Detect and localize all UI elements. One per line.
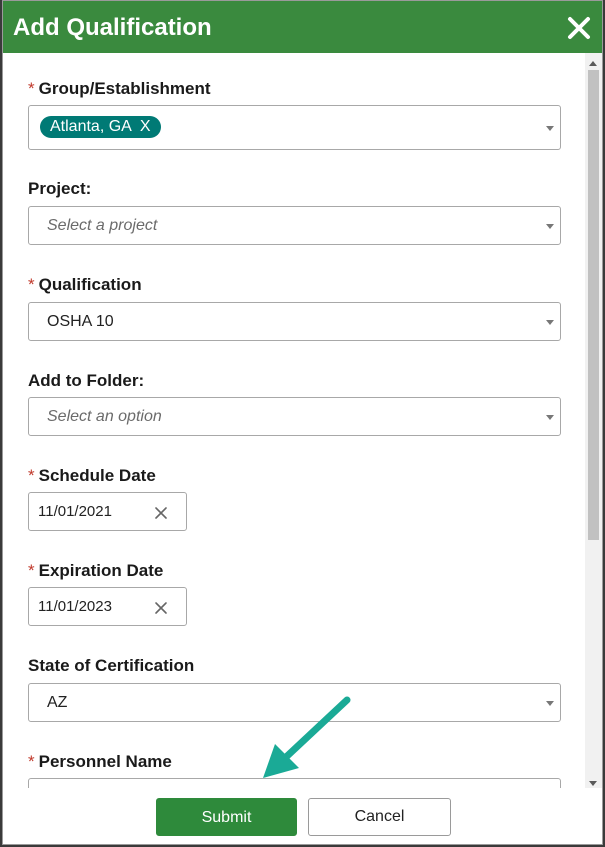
project-placeholder: Select a project [47,217,158,234]
project-select[interactable]: Select a project [28,206,561,245]
folder-select[interactable]: Select an option [28,397,561,436]
schedule-date-label: * Schedule Date [28,466,156,485]
group-select[interactable]: Atlanta, GA X [28,105,561,150]
group-label: * Group/Establishment [28,79,211,98]
required-marker: * [28,466,35,485]
required-marker: * [28,752,35,771]
dialog-body: * Group/Establishment Atlanta, GA X Projec… [3,53,585,788]
scrollbar[interactable] [585,53,602,794]
dropdown-arrow-icon[interactable] [546,125,554,131]
state-value: AZ [47,694,68,711]
schedule-date-value: 11/01/2021 [38,503,112,520]
qualification-select[interactable]: OSHA 10 [28,302,561,341]
scroll-down-icon[interactable] [589,781,597,786]
clear-icon[interactable] [154,506,168,520]
cancel-button[interactable]: Cancel [308,798,451,836]
scroll-up-icon[interactable] [589,61,597,66]
personnel-label: * Personnel Name [28,752,172,771]
project-label: Project: [28,179,92,198]
dropdown-arrow-icon[interactable] [546,414,554,420]
dropdown-arrow-icon[interactable] [546,700,554,706]
dialog-header: Add Qualification [3,1,602,53]
required-marker: * [28,561,35,580]
dialog-title: Add Qualification [13,14,212,41]
group-tag: Atlanta, GA X [40,116,161,138]
folder-label: Add to Folder: [28,371,145,390]
folder-placeholder: Select an option [47,408,162,425]
close-icon[interactable] [566,15,592,41]
required-marker: * [28,275,35,294]
personnel-select[interactable] [28,778,561,788]
state-select[interactable]: AZ [28,683,561,722]
dialog-footer: Submit Cancel [3,788,602,844]
qualification-value: OSHA 10 [47,313,114,330]
required-marker: * [28,79,35,98]
expiration-date-input[interactable]: 11/01/2023 [28,587,187,626]
clear-icon[interactable] [154,601,168,615]
submit-button[interactable]: Submit [156,798,297,836]
tag-remove-button[interactable]: X [140,118,151,135]
qualification-label: * Qualification [28,275,142,294]
expiration-date-label: * Expiration Date [28,561,164,580]
scrollbar-thumb[interactable] [588,70,599,540]
dropdown-arrow-icon[interactable] [546,223,554,229]
add-qualification-dialog: Add Qualification * Group/Establishment A… [2,0,603,845]
dropdown-arrow-icon[interactable] [546,319,554,325]
schedule-date-input[interactable]: 11/01/2021 [28,492,187,531]
expiration-date-value: 11/01/2023 [38,598,112,615]
state-label: State of Certification [28,656,195,675]
